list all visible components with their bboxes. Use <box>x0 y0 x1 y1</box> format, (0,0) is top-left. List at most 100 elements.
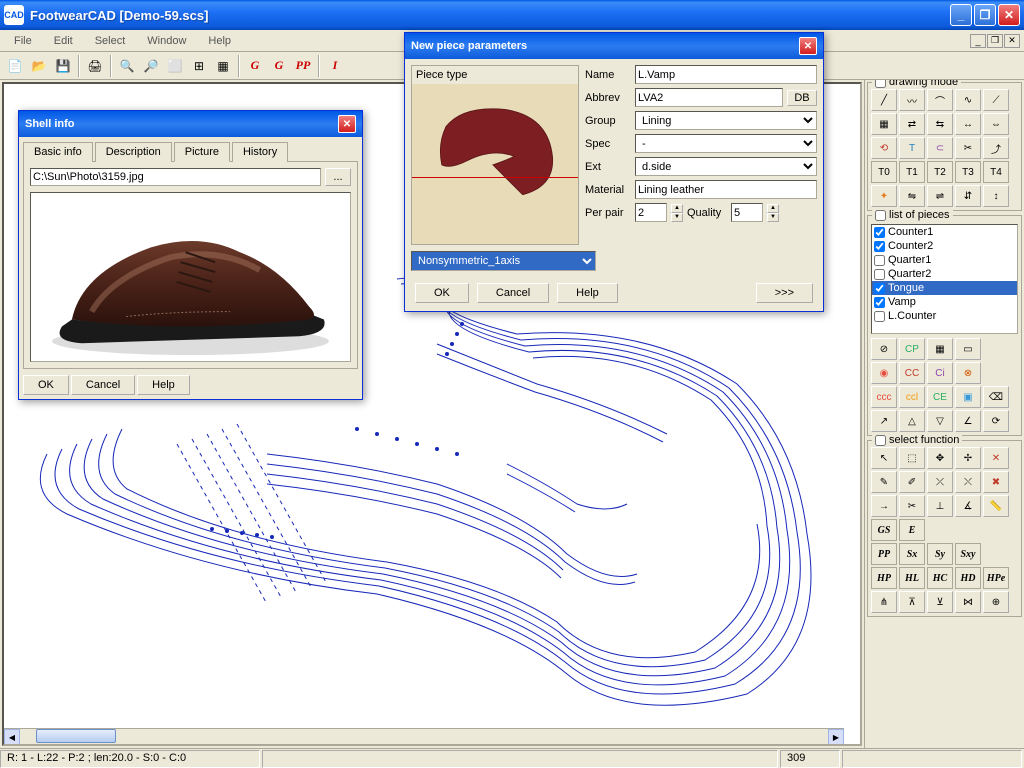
newpiece-ok-button[interactable]: OK <box>415 283 469 303</box>
piece-row[interactable]: Counter2 <box>872 239 1017 253</box>
sf-sy-button[interactable]: Sy <box>927 543 953 565</box>
piece-row[interactable]: Quarter2 <box>872 267 1017 281</box>
zoom-out-icon[interactable]: 🔎 <box>140 55 162 77</box>
newpiece-cancel-button[interactable]: Cancel <box>477 283 549 303</box>
pieces-toggle[interactable] <box>875 210 886 221</box>
piece-row[interactable]: Vamp <box>872 295 1017 309</box>
menu-file[interactable]: File <box>4 32 42 50</box>
sf-move-icon[interactable]: ✢ <box>955 447 981 469</box>
photo-path-input[interactable] <box>30 168 321 186</box>
piece-checkbox[interactable] <box>874 227 885 238</box>
sf-hp-button[interactable]: HP <box>871 567 897 589</box>
shell-info-titlebar[interactable]: Shell info ✕ <box>19 111 362 137</box>
piece-ang-icon[interactable]: ∠ <box>955 410 981 432</box>
piece-row[interactable]: L.Counter <box>872 309 1017 323</box>
sf-a3-icon[interactable]: ⊻ <box>927 591 953 613</box>
horizontal-scrollbar[interactable]: ◀ ▶ <box>4 728 844 744</box>
sf-hd-button[interactable]: HD <box>955 567 981 589</box>
sf-pp-button[interactable]: PP <box>871 543 897 565</box>
sf-perp-icon[interactable]: ⊥ <box>927 495 953 517</box>
dm-grid-icon[interactable]: ▦ <box>871 113 897 135</box>
piece-arrow-icon[interactable]: ↗ <box>871 410 897 432</box>
piece-tri2-icon[interactable]: ▽ <box>927 410 953 432</box>
open-icon[interactable]: 📂 <box>28 55 50 77</box>
piece-checkbox[interactable] <box>874 269 885 280</box>
mdi-restore[interactable]: ❐ <box>987 34 1003 48</box>
close-button[interactable]: ✕ <box>998 4 1020 26</box>
new-piece-dialog[interactable]: New piece parameters ✕ Piece type Name A… <box>404 32 824 312</box>
material-input[interactable] <box>635 180 817 199</box>
zoom-window-icon[interactable]: ⬜ <box>164 55 186 77</box>
dm-offset1-icon[interactable]: ⇄ <box>899 113 925 135</box>
perpair-up-icon[interactable]: ▲ <box>671 204 683 213</box>
zoom-in-icon[interactable]: 🔍 <box>116 55 138 77</box>
newpiece-more-button[interactable]: >>> <box>756 283 813 303</box>
perpair-down-icon[interactable]: ▼ <box>671 213 683 222</box>
dm-spline-icon[interactable]: ∿ <box>955 89 981 111</box>
sf-edit2-icon[interactable]: ✐ <box>899 471 925 493</box>
dm-mirrorh-icon[interactable]: ⇌ <box>927 185 953 207</box>
piece-checkbox[interactable] <box>874 241 885 252</box>
sf-a1-icon[interactable]: ⋔ <box>871 591 897 613</box>
zoom-grid-icon[interactable]: ▦ <box>212 55 234 77</box>
dm-t-icon[interactable]: T <box>899 137 925 159</box>
sf-join-icon[interactable]: ⤬ <box>955 471 981 493</box>
new-piece-titlebar[interactable]: New piece parameters ✕ <box>405 33 823 59</box>
dm-c-icon[interactable]: ⊂ <box>927 137 953 159</box>
new-icon[interactable]: 📄 <box>4 55 26 77</box>
piece-cp-icon[interactable]: CP <box>899 338 925 360</box>
info-button[interactable]: I <box>324 55 346 77</box>
dm-t2-button[interactable]: T2 <box>927 161 953 183</box>
piece-cc-icon[interactable]: CC <box>899 362 925 384</box>
piece-checkbox[interactable] <box>874 297 885 308</box>
grading-g1-button[interactable]: G <box>244 55 266 77</box>
piece-clear-icon[interactable]: ▭ <box>955 338 981 360</box>
sf-split-icon[interactable]: ⤫ <box>927 471 953 493</box>
dm-link-icon[interactable]: ⟲ <box>871 137 897 159</box>
print-icon[interactable]: 🖨 <box>84 55 106 77</box>
piece-checkbox[interactable] <box>874 311 885 322</box>
menu-window[interactable]: Window <box>137 32 196 50</box>
scroll-left-icon[interactable]: ◀ <box>4 729 20 745</box>
dm-t1-button[interactable]: T1 <box>899 161 925 183</box>
group-select[interactable]: Lining <box>635 111 817 130</box>
sf-hl-button[interactable]: HL <box>899 567 925 589</box>
sf-hc-button[interactable]: HC <box>927 567 953 589</box>
sf-pointer-icon[interactable]: ↖ <box>871 447 897 469</box>
sf-del-icon[interactable]: ✕ <box>983 447 1009 469</box>
sf-arr-icon[interactable]: → <box>871 495 897 517</box>
quality-input[interactable] <box>731 203 763 222</box>
ext-select[interactable]: d.side <box>635 157 817 176</box>
dm-star-icon[interactable]: ✦ <box>871 185 897 207</box>
piece-checkbox[interactable] <box>874 283 885 294</box>
sf-a4-icon[interactable]: ⋈ <box>955 591 981 613</box>
shell-info-dialog[interactable]: Shell info ✕ Basic info Description Pict… <box>18 110 363 400</box>
sf-hpe-button[interactable]: HPe <box>983 567 1009 589</box>
piece-ci-icon[interactable]: Ci <box>927 362 953 384</box>
dm-mirrorv-icon[interactable]: ⇵ <box>955 185 981 207</box>
new-piece-close-icon[interactable]: ✕ <box>799 37 817 55</box>
sf-scissors-icon[interactable]: ✂ <box>899 495 925 517</box>
piece-box-icon[interactable]: ▣ <box>955 386 981 408</box>
quality-up-icon[interactable]: ▲ <box>767 204 779 213</box>
browse-button[interactable]: ... <box>325 168 351 186</box>
shell-help-button[interactable]: Help <box>137 375 190 395</box>
dm-trim-icon[interactable]: ✂ <box>955 137 981 159</box>
sf-sx-button[interactable]: Sx <box>899 543 925 565</box>
newpiece-help-button[interactable]: Help <box>557 283 618 303</box>
perpair-input[interactable] <box>635 203 667 222</box>
sf-a2-icon[interactable]: ⊼ <box>899 591 925 613</box>
sf-pick-icon[interactable]: ✥ <box>927 447 953 469</box>
dm-offset2-icon[interactable]: ⇆ <box>927 113 953 135</box>
piece-row[interactable]: Counter1 <box>872 225 1017 239</box>
sf-sxy-button[interactable]: Sxy <box>955 543 981 565</box>
dm-rot-icon[interactable]: ↕ <box>983 185 1009 207</box>
tab-picture[interactable]: Picture <box>174 142 230 162</box>
sf-a5-icon[interactable]: ⊕ <box>983 591 1009 613</box>
piece-grid-icon[interactable]: ▦ <box>927 338 953 360</box>
sf-angle-icon[interactable]: ∡ <box>955 495 981 517</box>
piece-circ-icon[interactable]: ◉ <box>871 362 897 384</box>
maximize-button[interactable]: ❐ <box>974 4 996 26</box>
menu-select[interactable]: Select <box>85 32 136 50</box>
piece-tri1-icon[interactable]: △ <box>899 410 925 432</box>
